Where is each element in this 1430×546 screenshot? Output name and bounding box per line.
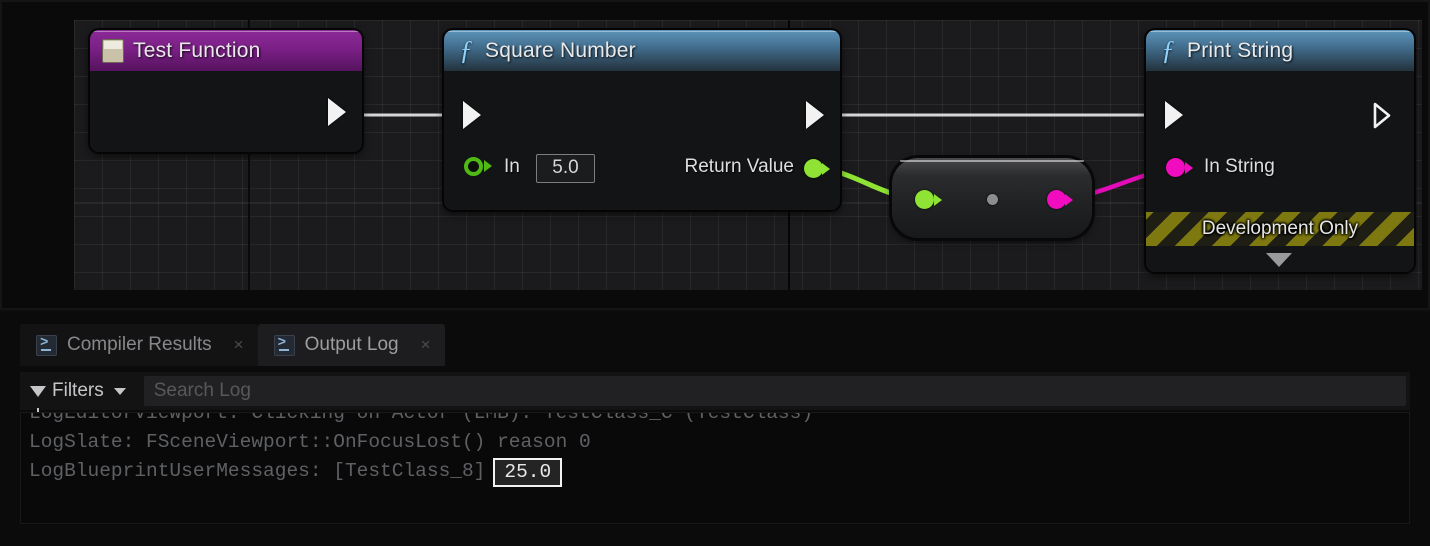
node-square-number-header[interactable]: ƒ Square Number <box>444 30 840 71</box>
tab-strip: Compiler Results × Output Log × <box>20 324 445 366</box>
node-test-function-header[interactable]: Test Function <box>90 30 362 71</box>
function-box-icon <box>102 38 124 63</box>
output-log-panel: Compiler Results × Output Log × Filters … <box>0 312 1430 546</box>
float-input-pin-arrow <box>484 160 492 172</box>
log-toolbar: Filters <box>20 372 1410 413</box>
node-expander-arrow-icon[interactable] <box>1266 253 1292 267</box>
node-print-string-title: Print String <box>1187 38 1294 62</box>
tab-output-log[interactable]: Output Log × <box>257 324 445 366</box>
filters-button[interactable]: Filters <box>20 372 138 413</box>
tab-output-log-label: Output Log <box>304 334 399 355</box>
node-test-function[interactable]: Test Function <box>90 30 362 152</box>
input-pin-label-in: In <box>504 156 520 177</box>
exec-input-pin-print-string[interactable] <box>1165 101 1183 129</box>
exec-output-pin-print-string[interactable] <box>1373 102 1392 129</box>
node-print-string-body: In String Development Only <box>1146 71 1414 272</box>
terminal-icon <box>36 334 57 356</box>
tab-compiler-results-close-icon[interactable]: × <box>234 335 244 355</box>
exec-output-pin-square-number[interactable] <box>806 101 824 129</box>
float-output-pin-return-value[interactable] <box>804 159 823 178</box>
input-pin-label-in-string: In String <box>1204 156 1275 177</box>
tab-compiler-results-label: Compiler Results <box>67 334 212 355</box>
development-only-label: Development Only <box>1201 218 1359 239</box>
input-value-field-in[interactable]: 5.0 <box>536 154 595 183</box>
float-input-pin-in[interactable] <box>464 157 483 176</box>
conversion-output-pin-arrow <box>1065 194 1073 206</box>
search-log-input[interactable] <box>143 376 1406 406</box>
funnel-icon <box>30 385 46 413</box>
node-square-number[interactable]: ƒ Square Number In 5.0 Return Value <box>444 30 840 210</box>
string-input-pin-arrow <box>1185 162 1193 174</box>
log-line-prefix: LogBlueprintUserMessages: [TestClass_8] <box>29 460 486 482</box>
log-line: LogSlate: FSceneViewport::OnFocusLost() … <box>29 431 591 453</box>
node-square-number-title: Square Number <box>485 38 636 62</box>
conversion-output-pin[interactable] <box>1047 190 1066 209</box>
conversion-center-dot <box>987 194 998 205</box>
float-output-pin-arrow <box>822 163 830 175</box>
terminal-icon <box>273 334 295 356</box>
unreal-blueprint-editor: Test Function ƒ Square Number In 5.0 Ret… <box>0 0 1430 546</box>
function-script-icon: ƒ <box>1161 35 1175 65</box>
node-print-string-header[interactable]: ƒ Print String <box>1146 30 1414 71</box>
blueprint-graph-panel[interactable]: Test Function ƒ Square Number In 5.0 Ret… <box>0 0 1430 310</box>
log-output-view[interactable]: LogEditorViewport: Clicking on Actor (LM… <box>20 412 1410 524</box>
node-test-function-body <box>90 71 362 152</box>
tab-output-log-close-icon[interactable]: × <box>421 335 431 355</box>
conversion-input-pin-arrow <box>934 194 942 206</box>
conversion-input-pin[interactable] <box>915 190 934 209</box>
exec-input-pin-square-number[interactable] <box>463 101 481 129</box>
chevron-down-icon[interactable] <box>113 387 126 395</box>
output-pin-label-return-value: Return Value <box>684 156 795 177</box>
development-only-banner: Development Only <box>1146 212 1414 246</box>
node-square-number-body: In 5.0 Return Value <box>444 71 840 210</box>
function-script-icon: ƒ <box>459 35 473 65</box>
log-value-highlight: 25.0 <box>493 458 563 487</box>
string-input-pin-in-string[interactable] <box>1166 158 1185 177</box>
exec-output-pin-test-function[interactable] <box>328 98 346 126</box>
log-line: LogEditorViewport: Clicking on Actor (LM… <box>29 412 814 424</box>
node-print-string[interactable]: ƒ Print String In String Development Onl… <box>1146 30 1414 272</box>
node-test-function-title: Test Function <box>133 38 261 62</box>
tab-compiler-results[interactable]: Compiler Results × <box>20 324 258 366</box>
node-float-to-string-conversion[interactable] <box>892 158 1092 238</box>
log-line-highlighted: LogBlueprintUserMessages: [TestClass_8] 2… <box>21 457 1409 487</box>
filters-label: Filters <box>52 380 104 401</box>
